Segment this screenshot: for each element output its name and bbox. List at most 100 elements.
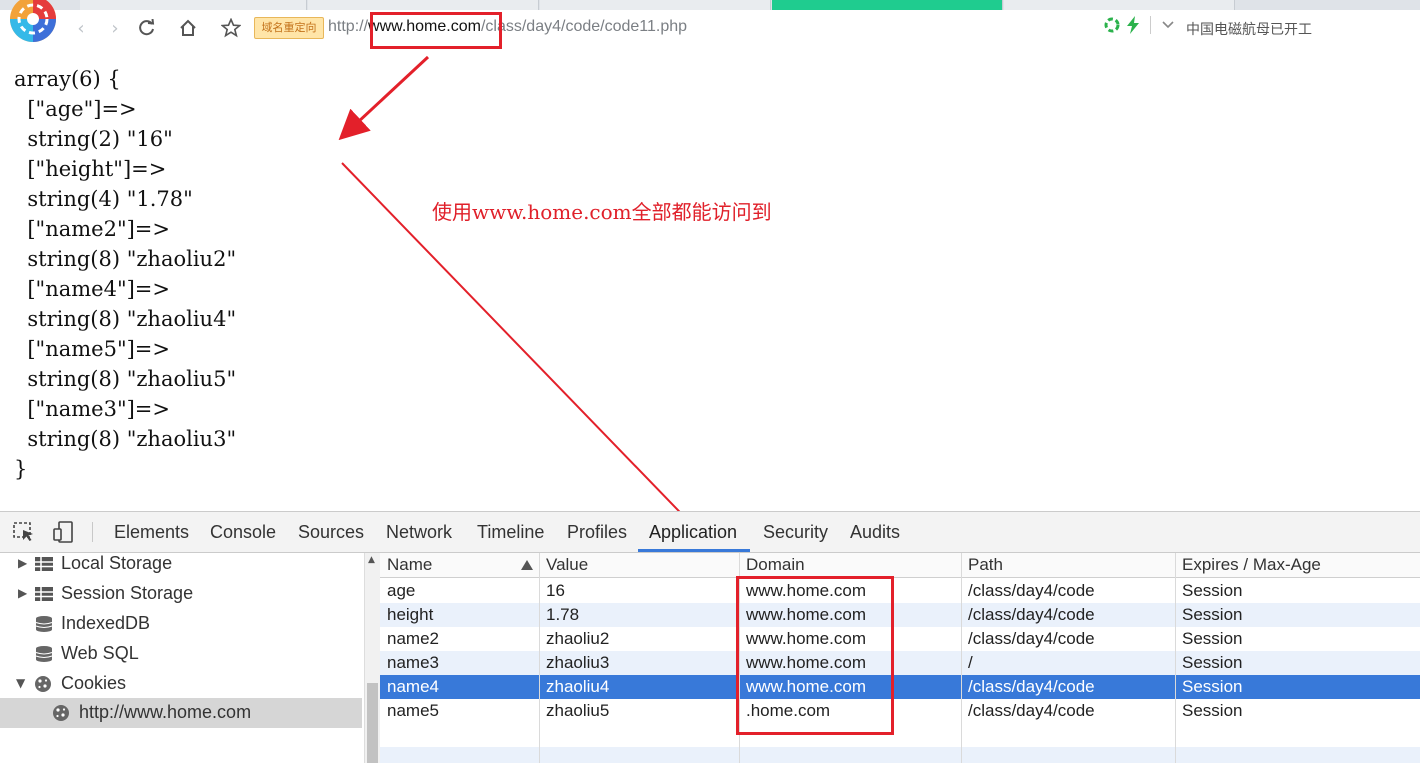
sidebar-item-web-sql[interactable]: Web SQL [0,639,364,669]
tab-audits[interactable]: Audits [850,522,900,543]
table-row[interactable]: name2 zhaoliu2 www.home.com /class/day4/… [380,627,1420,651]
sidebar-item-indexeddb[interactable]: IndexedDB [0,609,364,639]
table-row-selected[interactable]: name4 zhaoliu4 www.home.com /class/day4/… [380,675,1420,699]
address-bar[interactable]: http://www.home.com/class/day4/code/code… [328,18,687,36]
cell-path: /class/day4/code [968,701,1095,720]
cookie-icon [53,705,69,721]
cell-domain: .home.com [746,701,831,720]
column-header-value[interactable]: Value [546,554,588,576]
tab-sources[interactable]: Sources [298,522,364,543]
var-dump-line: string(4) "1.78" [14,187,193,211]
table-header: Name Value Domain Path Expires / Max-Age [380,553,1420,578]
cell-name: name4 [387,677,439,696]
column-header-path[interactable]: Path [968,554,1003,576]
news-ticker[interactable]: 中国电磁航母已开工 [1186,19,1312,39]
active-tab-indicator [638,549,750,552]
cookie-table: Name Value Domain Path Expires / Max-Age… [380,553,1420,763]
table-row[interactable]: age 16 www.home.com /class/day4/code Ses… [380,579,1420,603]
storage-table-icon [35,587,53,601]
lightning-icon[interactable] [1126,16,1140,34]
table-row[interactable]: height 1.78 www.home.com /class/day4/cod… [380,603,1420,627]
home-icon [180,19,196,36]
column-header-expires[interactable]: Expires / Max-Age [1182,554,1321,576]
table-row[interactable]: name3 zhaoliu3 www.home.com / Session [380,651,1420,675]
tab-console[interactable]: Console [210,522,276,543]
tab-timeline[interactable]: Timeline [477,522,544,543]
browser-logo-icon[interactable] [8,0,58,44]
var-dump-line: string(8) "zhaoliu3" [14,427,237,451]
domain-redirect-badge[interactable]: 域名重定向 [254,17,324,39]
url-path: /class/day4/code/code11.php [480,18,688,35]
tab-network[interactable]: Network [386,522,452,543]
cell-name: name2 [387,629,439,648]
var-dump-line: ["name5"]=> [14,337,170,361]
collapse-arrow-icon[interactable]: ▼ [16,676,25,690]
forward-button[interactable]: › [102,16,128,40]
var-dump-line: ["name3"]=> [14,397,170,421]
sidebar-item-label: IndexedDB [61,613,151,633]
database-icon [35,646,53,662]
url-host: www.home.com [368,18,481,35]
table-row-empty [380,747,1420,763]
var-dump-line: string(8) "zhaoliu4" [14,307,237,331]
sidebar-item-session-storage[interactable]: ▶ Session Storage [0,579,364,609]
cell-expires: Session [1182,629,1243,648]
cell-value: zhaoliu5 [546,701,610,720]
sort-ascending-icon[interactable] [520,559,534,571]
home-button[interactable] [175,16,201,40]
expand-arrow-icon[interactable]: ▶ [18,556,27,570]
var-dump-line: ["age"]=> [14,97,137,121]
bookmark-button[interactable] [218,16,244,40]
column-header-name[interactable]: Name [387,554,432,576]
device-toolbar-icon[interactable] [52,520,76,544]
browser-tab[interactable] [80,0,307,10]
storage-table-icon [35,557,53,571]
back-button[interactable]: ‹ [68,16,94,40]
browser-tab[interactable] [1004,0,1235,10]
cell-value: 16 [546,581,565,600]
scrollbar-thumb[interactable] [367,683,378,763]
tab-security[interactable]: Security [763,522,828,543]
browser-tab[interactable] [308,0,539,10]
tab-application[interactable]: Application [649,522,737,543]
sidebar-scrollbar[interactable]: ▲ [364,553,381,763]
tab-elements[interactable]: Elements [114,522,189,543]
sidebar-item-cookies[interactable]: ▼ Cookies [0,669,364,699]
application-sidebar: ▶ Local Storage ▶ Session Storage Indexe… [0,553,364,763]
column-divider [539,553,540,763]
cookie-icon [35,676,51,692]
column-divider [1175,553,1176,763]
chevron-down-icon[interactable] [1161,18,1175,32]
cell-expires: Session [1182,653,1243,672]
expand-arrow-icon[interactable]: ▶ [18,586,27,600]
var-dump-output: array(6) { ["age"]=> string(2) "16" ["he… [14,64,236,484]
var-dump-line: string(8) "zhaoliu2" [14,247,237,271]
sidebar-item-label: http://www.home.com [79,702,252,722]
sidebar-item-local-storage[interactable]: ▶ Local Storage [0,549,364,579]
browser-tab[interactable] [540,0,771,10]
divider [1150,16,1151,34]
cell-path: / [968,653,973,672]
scroll-up-icon[interactable]: ▲ [368,555,375,565]
cell-name: height [387,605,434,624]
cell-domain: www.home.com [746,581,866,600]
devtools-panel: Elements Console Sources Network Timelin… [0,511,1420,763]
recycle-icon[interactable] [1104,17,1120,33]
var-dump-line: ["height"]=> [14,157,167,181]
table-row[interactable]: name5 zhaoliu5 .home.com /class/day4/cod… [380,699,1420,723]
cell-name: age [387,581,416,600]
column-divider [739,553,740,763]
cell-path: /class/day4/code [968,629,1095,648]
tab-profiles[interactable]: Profiles [567,522,627,543]
annotation-text: 使用www.home.com全部都能访问到 [432,200,772,224]
reload-button[interactable] [134,16,160,40]
cell-path: /class/day4/code [968,677,1095,696]
var-dump-line: } [14,457,28,481]
var-dump-line: array(6) { [14,67,121,91]
inspect-element-icon[interactable] [12,520,36,544]
divider [92,522,93,542]
cell-name: name5 [387,701,439,720]
column-header-domain[interactable]: Domain [746,554,805,576]
browser-tab-active[interactable] [772,0,1003,10]
sidebar-item-cookie-origin[interactable]: http://www.home.com [0,698,362,728]
